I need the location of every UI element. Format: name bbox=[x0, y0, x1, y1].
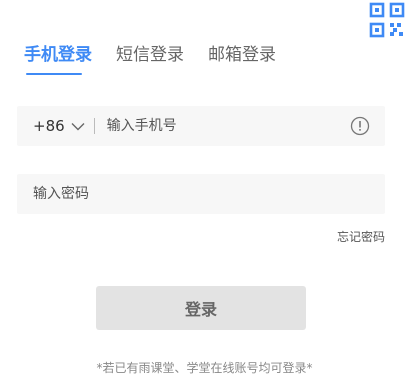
chevron-down-icon bbox=[71, 123, 85, 131]
tab-label: 手机登录 bbox=[24, 45, 92, 65]
footer-note: *若已有雨课堂、学堂在线账号均可登录* bbox=[96, 361, 313, 375]
login-method-tabs: 手机登录 短信登录 邮箱登录 bbox=[24, 40, 300, 76]
forgot-password-link[interactable]: 忘记密码 bbox=[337, 228, 385, 245]
tab-label: 邮箱登录 bbox=[208, 45, 276, 65]
tab-label: 短信登录 bbox=[116, 45, 184, 65]
qr-login-toggle[interactable] bbox=[351, 0, 409, 58]
phone-field: +86 bbox=[17, 106, 385, 146]
info-icon[interactable] bbox=[350, 116, 370, 136]
login-button[interactable]: 登录 bbox=[96, 286, 306, 330]
phone-number-input[interactable] bbox=[94, 106, 350, 146]
qr-code-icon bbox=[369, 2, 405, 38]
tab-sms-login[interactable]: 短信登录 bbox=[116, 40, 184, 76]
tab-phone-login[interactable]: 手机登录 bbox=[24, 40, 92, 76]
password-input[interactable] bbox=[17, 174, 385, 214]
country-code-label: +86 bbox=[33, 117, 65, 135]
tab-email-login[interactable]: 邮箱登录 bbox=[208, 40, 276, 76]
country-code-select[interactable]: +86 bbox=[17, 106, 85, 146]
password-field bbox=[17, 174, 385, 214]
active-tab-underline bbox=[26, 73, 82, 75]
